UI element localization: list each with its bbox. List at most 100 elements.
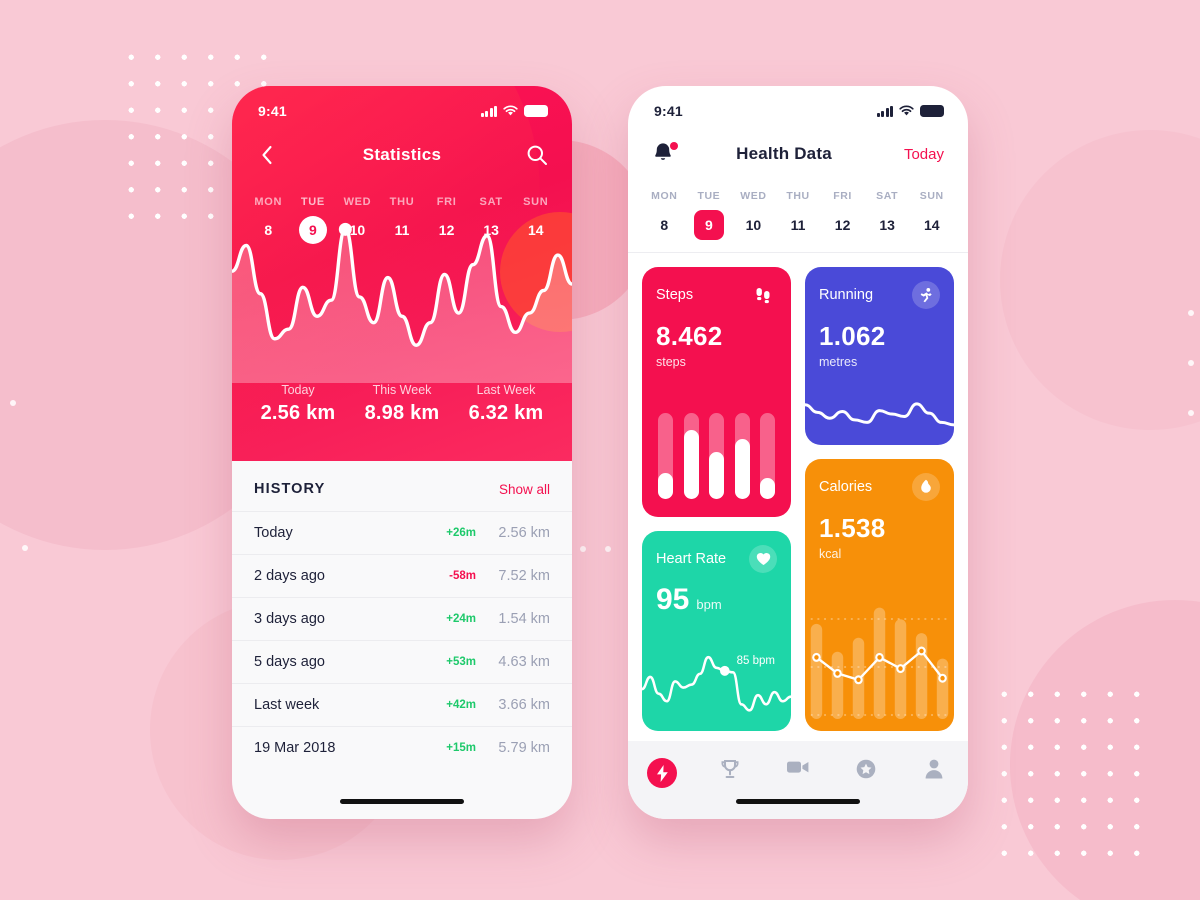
steps-bar-fill — [658, 473, 673, 499]
day-number: 9 — [298, 216, 327, 244]
heart-rate-line-chart — [642, 635, 791, 731]
calories-bar — [936, 658, 949, 719]
footprints-icon — [749, 281, 777, 309]
steps-bar — [658, 413, 673, 499]
day-number: 12 — [438, 222, 455, 238]
day-name: SAT — [479, 196, 503, 208]
tab-video-camera[interactable] — [764, 758, 832, 781]
day-cell-fri[interactable]: FRI 12 — [820, 190, 865, 240]
tab-trophy[interactable] — [696, 758, 764, 785]
day-number: 8 — [660, 217, 669, 233]
card-title: Calories — [819, 479, 873, 495]
home-indicator — [736, 799, 860, 804]
day-cell-thu[interactable]: THU 11 — [776, 190, 821, 240]
day-name: FRI — [436, 196, 457, 208]
show-all-link[interactable]: Show all — [499, 482, 550, 497]
card-value: 8.462 — [656, 321, 723, 351]
heart-rate-value-group: 95 bpm — [642, 573, 791, 617]
card-steps[interactable]: Steps 8.462 steps — [642, 267, 791, 517]
day-number: 12 — [834, 217, 851, 233]
page-title: Health Data — [736, 144, 832, 163]
battery-icon — [524, 105, 548, 117]
history-row[interactable]: 2 days ago -58m 7.52 km — [232, 554, 572, 597]
steps-bar — [760, 413, 775, 499]
history-delta: +24m — [446, 613, 476, 625]
steps-bar — [709, 413, 724, 499]
wifi-icon — [503, 105, 518, 116]
cards-column-left: Steps 8.462 steps Heart Rate 95 bpm 85 b… — [642, 267, 791, 731]
day-number: 8 — [264, 222, 273, 238]
history-label: Today — [254, 525, 293, 541]
day-cell-sun[interactable]: SUN 14 — [513, 196, 558, 244]
calories-data-point — [854, 675, 863, 685]
flame-icon — [912, 473, 940, 501]
day-cell-wed[interactable]: WED 10 — [335, 196, 380, 244]
background-blob — [1000, 130, 1200, 430]
history-row[interactable]: 5 days ago +53m 4.63 km — [232, 640, 572, 683]
card-unit: steps — [656, 355, 686, 369]
steps-bar-chart — [658, 413, 775, 499]
tab-star-circle[interactable] — [832, 758, 900, 785]
day-name: TUE — [697, 190, 721, 202]
video-camera-icon — [786, 758, 810, 781]
history-label: 5 days ago — [254, 654, 325, 670]
history-title: HISTORY — [254, 481, 326, 497]
card-title: Heart Rate — [656, 551, 727, 567]
dot-grid-pattern — [985, 675, 1147, 871]
accent-dot — [1188, 410, 1194, 416]
day-cell-wed[interactable]: WED 10 — [731, 190, 776, 240]
calories-data-point — [875, 652, 884, 662]
week-day-selector-left: MON 8 TUE 9 WED 10 THU 11 FRI 12 SAT 13 SUN 14 — [232, 182, 572, 244]
summary-label: Today — [281, 383, 315, 397]
steps-bar-fill — [683, 430, 699, 499]
person-icon — [924, 758, 944, 784]
card-calories[interactable]: Calories 1.538 kcal — [805, 459, 954, 731]
day-name: THU — [786, 190, 810, 202]
history-delta: -58m — [449, 570, 476, 582]
card-heart-rate[interactable]: Heart Rate 95 bpm 85 bpm — [642, 531, 791, 731]
day-cell-sat[interactable]: SAT 13 — [469, 196, 514, 244]
day-name: WED — [343, 196, 372, 208]
history-row[interactable]: 3 days ago +24m 1.54 km — [232, 597, 572, 640]
history-list: Today +26m 2.56 km 2 days ago -58m 7.52 km 3 d… — [232, 511, 572, 769]
day-cell-thu[interactable]: THU 11 — [380, 196, 425, 244]
history-distance: 1.54 km — [498, 611, 550, 627]
tab-lightning-bolt[interactable] — [628, 758, 696, 788]
day-cell-mon[interactable]: MON 8 — [642, 190, 687, 240]
history-row[interactable]: Last week +42m 3.66 km — [232, 683, 572, 726]
status-icons — [876, 105, 944, 117]
history-row[interactable]: 19 Mar 2018 +15m 5.79 km — [232, 726, 572, 769]
history-row[interactable]: Today +26m 2.56 km — [232, 511, 572, 554]
back-button[interactable] — [254, 142, 280, 168]
history-distance: 7.52 km — [498, 568, 550, 584]
card-unit: metres — [819, 355, 858, 369]
today-link[interactable]: Today — [890, 146, 944, 163]
card-value: 1.062 — [819, 321, 886, 351]
card-value: 1.538 — [819, 513, 886, 543]
history-distance: 3.66 km — [498, 697, 550, 713]
calories-data-point — [917, 646, 926, 656]
home-indicator — [340, 799, 464, 804]
phone-statistics: 9:41 Statistics MON 8 TUE 9 WED 10 THU 1… — [232, 86, 572, 819]
status-bar-right: 9:41 — [628, 86, 968, 128]
calories-data-point — [812, 652, 821, 662]
notifications-button[interactable] — [652, 141, 678, 167]
tab-person[interactable] — [900, 758, 968, 784]
day-cell-tue[interactable]: TUE 9 — [687, 190, 732, 240]
card-value: 95 — [656, 583, 690, 616]
star-circle-icon — [855, 758, 877, 785]
week-day-selector-right: MON 8 TUE 9 WED 10 THU 11 FRI 12 SAT 13 SUN 14 — [628, 180, 968, 240]
accent-dot — [10, 400, 16, 406]
day-cell-sun[interactable]: SUN 14 — [909, 190, 954, 240]
day-cell-mon[interactable]: MON 8 — [246, 196, 291, 244]
day-cell-fri[interactable]: FRI 12 — [424, 196, 469, 244]
search-button[interactable] — [524, 142, 550, 168]
status-icons — [480, 105, 548, 117]
day-number: 10 — [349, 222, 366, 238]
day-cell-sat[interactable]: SAT 13 — [865, 190, 910, 240]
steps-bar-fill — [760, 477, 775, 499]
day-cell-tue[interactable]: TUE 9 — [291, 196, 336, 244]
background-decoration — [0, 0, 1200, 900]
card-running[interactable]: Running 1.062 metres — [805, 267, 954, 445]
calories-data-point — [896, 664, 905, 674]
